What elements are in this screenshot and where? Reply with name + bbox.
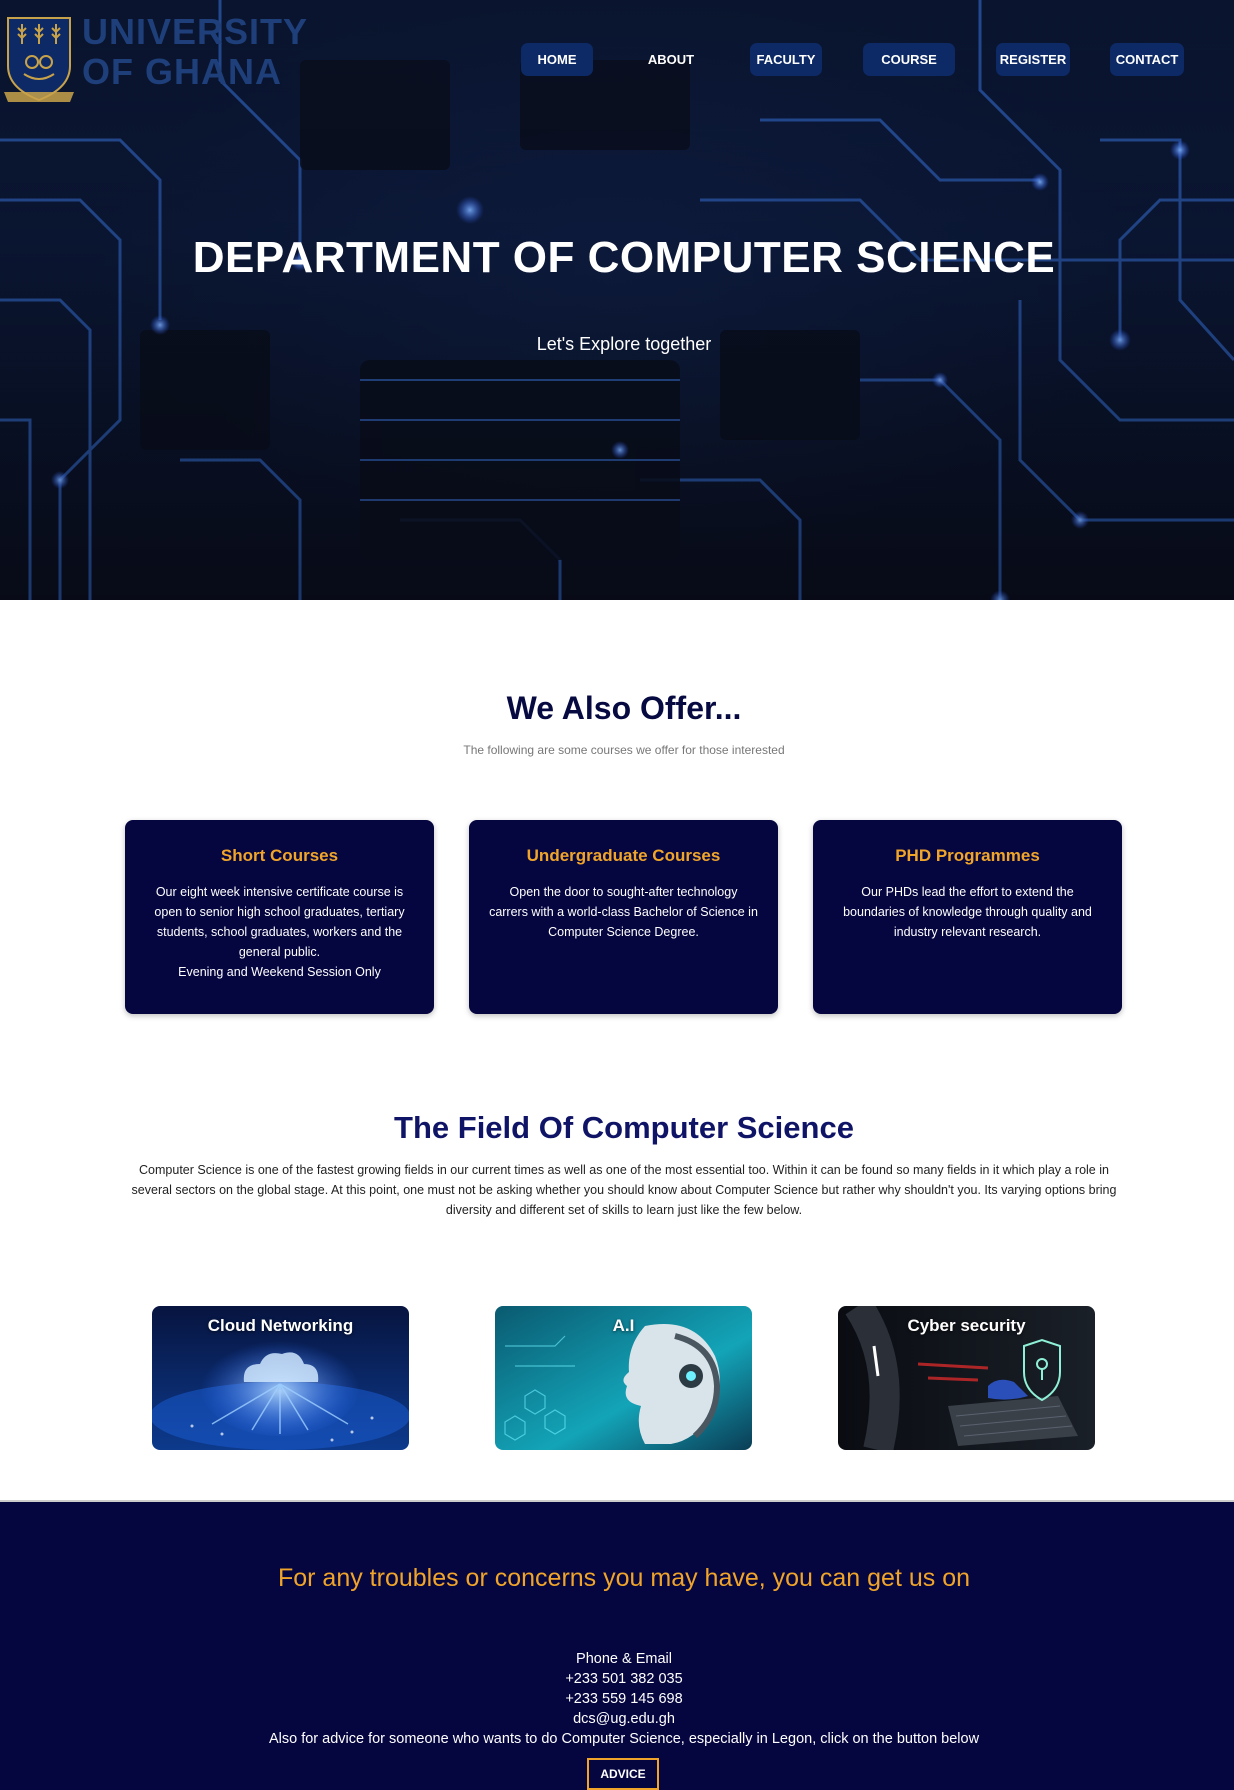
card-description: Our PHDs lead the effort to extend the b…: [843, 885, 1092, 939]
nav-about[interactable]: ABOUT: [636, 43, 706, 76]
card-note: Evening and Weekend Session Only: [178, 965, 381, 979]
tile-label: Cyber security: [907, 1316, 1026, 1335]
phone-number-2[interactable]: +233 559 145 698: [0, 1691, 1234, 1707]
offer-subtitle: The following are some courses we offer …: [463, 743, 785, 757]
email-address[interactable]: dcs@ug.edu.gh: [0, 1711, 1234, 1727]
card-undergraduate-courses[interactable]: Undergraduate Courses Open the door to s…: [469, 820, 778, 1014]
tile-label: A.I: [612, 1316, 635, 1335]
card-description: Our eight week intensive certificate cou…: [154, 885, 405, 959]
tile-cloud-networking[interactable]: Cloud Networking: [152, 1306, 409, 1450]
nav-course[interactable]: COURSE: [863, 43, 955, 76]
tile-ai[interactable]: A.I: [495, 1306, 752, 1450]
nav-contact[interactable]: CONTACT: [1110, 43, 1184, 76]
card-phd-programmes[interactable]: PHD Programmes Our PHDs lead the effort …: [813, 820, 1122, 1014]
advice-button[interactable]: ADVICE: [587, 1758, 659, 1790]
nav-faculty[interactable]: FACULTY: [750, 43, 822, 76]
contact-heading: Phone & Email: [576, 1651, 672, 1667]
footer-title: For any troubles or concerns you may hav…: [277, 1564, 971, 1592]
main-nav: HOME ABOUT FACULTY COURSE REGISTER CONTA…: [0, 43, 1234, 76]
advice-text: Also for advice for someone who wants to…: [268, 1731, 980, 1747]
nav-home[interactable]: HOME: [521, 43, 593, 76]
card-title: Short Courses: [220, 846, 339, 865]
field-description: Computer Science is one of the fastest g…: [131, 1163, 1117, 1217]
card-title: Undergraduate Courses: [526, 846, 721, 865]
card-title: PHD Programmes: [895, 846, 1040, 865]
contact-footer: For any troubles or concerns you may hav…: [0, 1500, 1234, 1790]
card-short-courses[interactable]: Short Courses Our eight week intensive c…: [125, 820, 434, 1014]
hero-title: DEPARTMENT OF COMPUTER SCIENCE: [192, 233, 1056, 282]
field-title: The Field Of Computer Science: [394, 1110, 854, 1145]
nav-register[interactable]: REGISTER: [996, 43, 1070, 76]
phone-number-1[interactable]: +233 501 382 035: [0, 1671, 1234, 1687]
card-text: Our eight week intensive certificate cou…: [145, 882, 414, 982]
hero-subtitle: Let's Explore together: [536, 334, 712, 354]
tile-label: Cloud Networking: [207, 1316, 354, 1335]
card-description: Open the door to sought-after technology…: [489, 885, 758, 939]
tile-cyber-security[interactable]: Cyber security: [838, 1306, 1095, 1450]
offer-title: We Also Offer...: [506, 690, 742, 726]
hero-banner: UNIVERSITY OF GHANA HOME ABOUT FACULTY C…: [0, 0, 1234, 600]
